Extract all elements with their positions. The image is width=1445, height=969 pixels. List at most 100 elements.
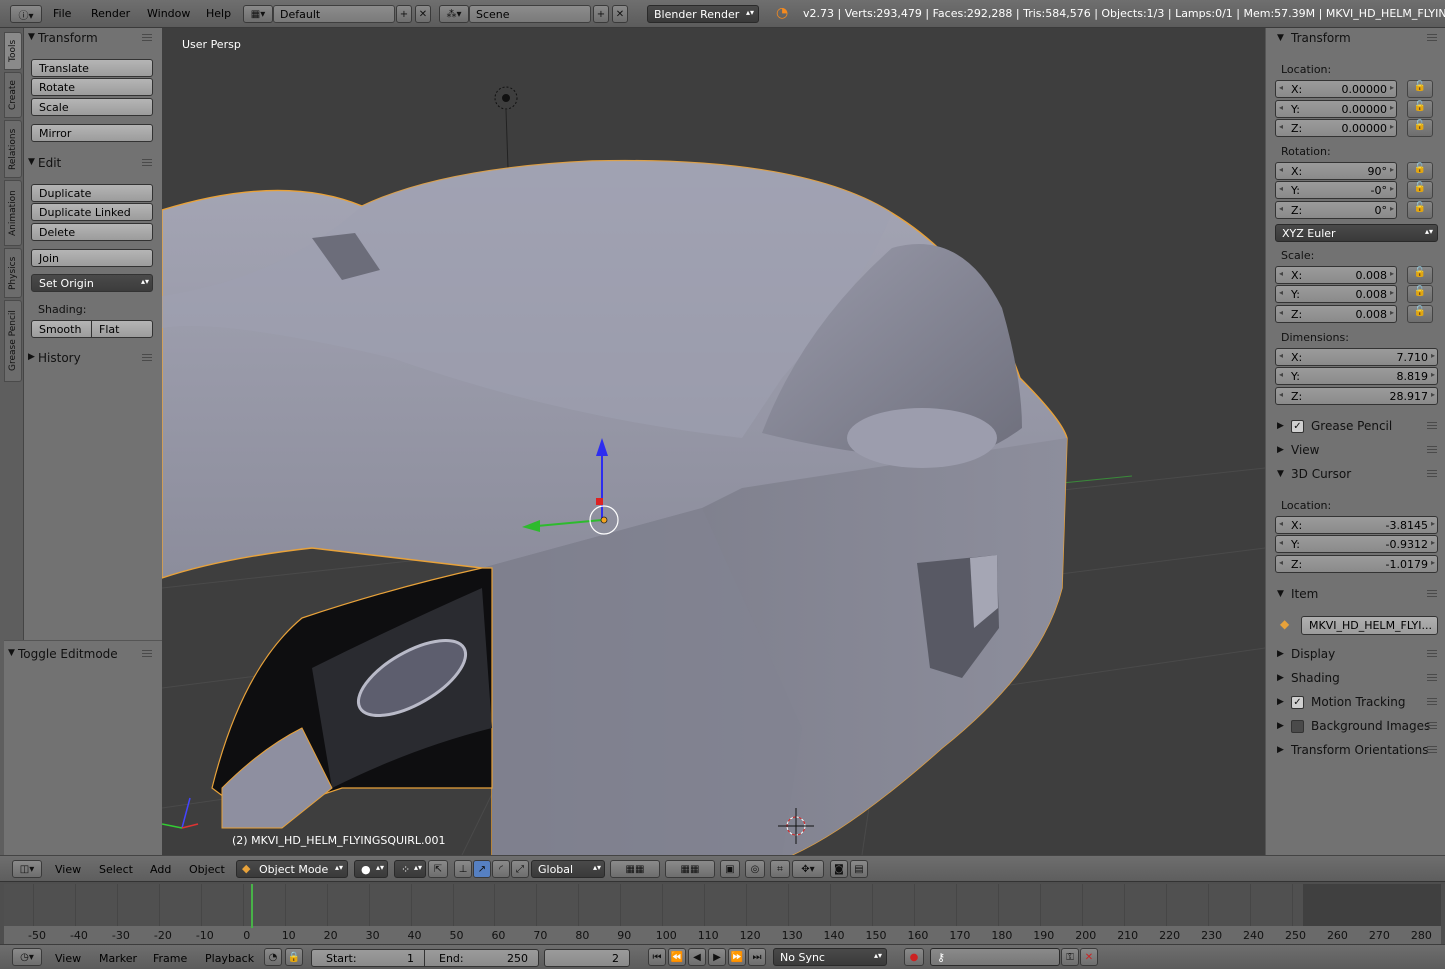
drag-grip-icon[interactable] bbox=[1427, 698, 1437, 706]
tab-grease-pencil[interactable]: Grease Pencil bbox=[4, 300, 22, 382]
lock-icon[interactable]: 🔓 bbox=[1407, 100, 1433, 118]
add-layout-icon[interactable]: + bbox=[396, 5, 412, 23]
duplicate-button[interactable]: Duplicate bbox=[31, 184, 153, 202]
menu-view[interactable]: View bbox=[55, 863, 81, 876]
keying-set-field[interactable]: ⚷ bbox=[930, 948, 1060, 966]
transform-panel-header[interactable]: ▼ Transform bbox=[24, 28, 158, 50]
current-frame-field[interactable]: 2 bbox=[544, 949, 630, 967]
layers-icon[interactable]: ▦▦ bbox=[610, 860, 660, 878]
scale-button[interactable]: Scale bbox=[31, 98, 153, 116]
drag-grip-icon[interactable] bbox=[142, 34, 152, 42]
drag-grip-icon[interactable] bbox=[1427, 422, 1437, 430]
play-icon[interactable]: ▶ bbox=[708, 948, 726, 966]
timeline-ruler[interactable]: -50 -40 -30 -20 -10 0 10 20 30 40 50 60 70 80 90 100 110… bbox=[4, 926, 1441, 944]
menu-file[interactable]: File bbox=[53, 7, 71, 20]
join-button[interactable]: Join bbox=[31, 249, 153, 267]
editor-type-timeline-icon[interactable]: ◷▾ bbox=[12, 948, 42, 966]
menu-view[interactable]: View bbox=[55, 952, 81, 965]
pivot-point-select[interactable]: ⁘ ▴▾ bbox=[394, 860, 426, 878]
menu-help[interactable]: Help bbox=[206, 7, 231, 20]
item-section[interactable]: ▼ Item bbox=[1269, 584, 1443, 606]
rotation-z-field[interactable]: Z: 0° bbox=[1275, 201, 1397, 219]
drag-grip-icon[interactable] bbox=[142, 650, 152, 658]
3d-cursor-section[interactable]: ▼ 3D Cursor bbox=[1269, 464, 1443, 486]
cursor-y-field[interactable]: Y: -0.9312 bbox=[1275, 535, 1438, 553]
menu-select[interactable]: Select bbox=[99, 863, 133, 876]
transform-section-header[interactable]: ▼ Transform bbox=[1269, 28, 1443, 50]
scene-field[interactable]: Scene bbox=[469, 5, 591, 23]
insert-keyframe-icon[interactable]: ⚿ bbox=[1061, 948, 1079, 966]
manipulator-toggle-icon[interactable]: ⇱ bbox=[428, 860, 448, 878]
translate-button[interactable]: Translate bbox=[31, 59, 153, 77]
drag-grip-icon[interactable] bbox=[1427, 470, 1437, 478]
render-icon[interactable]: ◙ bbox=[830, 860, 848, 878]
record-icon[interactable]: ● bbox=[904, 948, 924, 966]
current-frame-cursor[interactable] bbox=[251, 884, 254, 928]
timeline-area[interactable] bbox=[4, 884, 1441, 926]
location-z-field[interactable]: Z: 0.00000 bbox=[1275, 119, 1397, 137]
snap-element-icon[interactable]: ✥▾ bbox=[792, 860, 824, 878]
motion-tracking-checkbox[interactable]: ✓ bbox=[1291, 696, 1304, 709]
transform-orientations-section[interactable]: ▶ Transform Orientations bbox=[1269, 740, 1443, 762]
drag-grip-icon[interactable] bbox=[1427, 590, 1437, 598]
tab-relations[interactable]: Relations bbox=[4, 120, 22, 178]
transform-orientation-select[interactable]: Global ▴▾ bbox=[531, 860, 605, 878]
jump-start-icon[interactable]: ⏮ bbox=[648, 948, 666, 966]
3d-viewport[interactable]: User Persp (2) MKVI_HD_HELM_FLYINGSQUIRL… bbox=[162, 28, 1265, 855]
editor-type-3d-icon[interactable]: ◫▾ bbox=[12, 860, 42, 878]
grease-pencil-checkbox[interactable]: ✓ bbox=[1291, 420, 1304, 433]
grease-pencil-section[interactable]: ▶ ✓ Grease Pencil bbox=[1269, 416, 1443, 438]
manipulator-icon[interactable]: ⊥ bbox=[454, 860, 472, 878]
drag-grip-icon[interactable] bbox=[142, 159, 152, 167]
timeline-editor[interactable]: -50 -40 -30 -20 -10 0 10 20 30 40 50 60 70 80 90 100 110… bbox=[0, 882, 1445, 944]
flat-button[interactable]: Flat bbox=[91, 320, 153, 338]
menu-add[interactable]: Add bbox=[150, 863, 171, 876]
lock-icon[interactable]: 🔓 bbox=[1407, 181, 1433, 199]
history-panel-header[interactable]: ▶ History bbox=[24, 348, 158, 370]
jump-end-icon[interactable]: ⏭ bbox=[748, 948, 766, 966]
motion-tracking-section[interactable]: ▶ ✓ Motion Tracking bbox=[1269, 692, 1443, 714]
menu-frame[interactable]: Frame bbox=[153, 952, 187, 965]
render-animation-icon[interactable]: ▤ bbox=[850, 860, 868, 878]
drag-grip-icon[interactable] bbox=[1427, 650, 1437, 658]
screen-layout-icon[interactable]: ▦▾ bbox=[243, 5, 273, 23]
tab-create[interactable]: Create bbox=[4, 72, 22, 118]
render-engine-select[interactable]: Blender Render ▴▾ bbox=[647, 5, 759, 23]
object-name-field[interactable]: MKVI_HD_HELM_FLYI... bbox=[1301, 616, 1438, 635]
tab-animation[interactable]: Animation bbox=[4, 180, 22, 246]
lock-icon[interactable]: 🔓 bbox=[1407, 80, 1433, 98]
cursor-z-field[interactable]: Z: -1.0179 bbox=[1275, 555, 1438, 573]
scale-z-field[interactable]: Z: 0.008 bbox=[1275, 305, 1397, 323]
lock-icon[interactable]: 🔓 bbox=[1407, 285, 1433, 303]
drag-grip-icon[interactable] bbox=[1427, 674, 1437, 682]
sync-mode-select[interactable]: No Sync ▴▾ bbox=[773, 948, 887, 966]
drag-grip-icon[interactable] bbox=[142, 354, 152, 362]
rotation-y-field[interactable]: Y: -0° bbox=[1275, 181, 1397, 199]
rotation-mode-select[interactable]: XYZ Euler ▴▾ bbox=[1275, 224, 1438, 242]
tab-physics[interactable]: Physics bbox=[4, 248, 22, 298]
drag-grip-icon[interactable] bbox=[1427, 34, 1437, 42]
edit-panel-header[interactable]: ▼ Edit bbox=[24, 153, 158, 175]
layers-2-icon[interactable]: ▦▦ bbox=[665, 860, 715, 878]
lock-icon[interactable]: 🔓 bbox=[1407, 266, 1433, 284]
display-section[interactable]: ▶ Display bbox=[1269, 644, 1443, 666]
duplicate-linked-button[interactable]: Duplicate Linked bbox=[31, 203, 153, 221]
snap-toggle-icon[interactable]: ⌗ bbox=[770, 860, 790, 878]
smooth-button[interactable]: Smooth bbox=[31, 320, 92, 338]
lock-layers-icon[interactable]: ▣ bbox=[720, 860, 740, 878]
next-keyframe-icon[interactable]: ⏩ bbox=[728, 948, 746, 966]
set-origin-dropdown[interactable]: Set Origin ▴▾ bbox=[31, 274, 153, 292]
location-x-field[interactable]: X: 0.00000 bbox=[1275, 80, 1397, 98]
lock-icon[interactable]: 🔓 bbox=[1407, 305, 1433, 323]
menu-playback[interactable]: Playback bbox=[205, 952, 254, 965]
drag-grip-icon[interactable] bbox=[1427, 746, 1437, 754]
viewport-shading-select[interactable]: ● ▴▾ bbox=[354, 860, 388, 878]
rotate-manipulator-icon[interactable]: ◜ bbox=[492, 860, 510, 878]
remove-layout-icon[interactable]: ✕ bbox=[415, 5, 431, 23]
tab-tools[interactable]: Tools bbox=[4, 32, 22, 70]
dimensions-z-field[interactable]: Z: 28.917 bbox=[1275, 387, 1438, 405]
dimensions-y-field[interactable]: Y: 8.819 bbox=[1275, 367, 1438, 385]
delete-keyframe-icon[interactable]: ✕ bbox=[1080, 948, 1098, 966]
end-frame-field[interactable]: End: 250 bbox=[424, 949, 539, 967]
scale-manipulator-icon[interactable]: ⤢ bbox=[511, 860, 529, 878]
